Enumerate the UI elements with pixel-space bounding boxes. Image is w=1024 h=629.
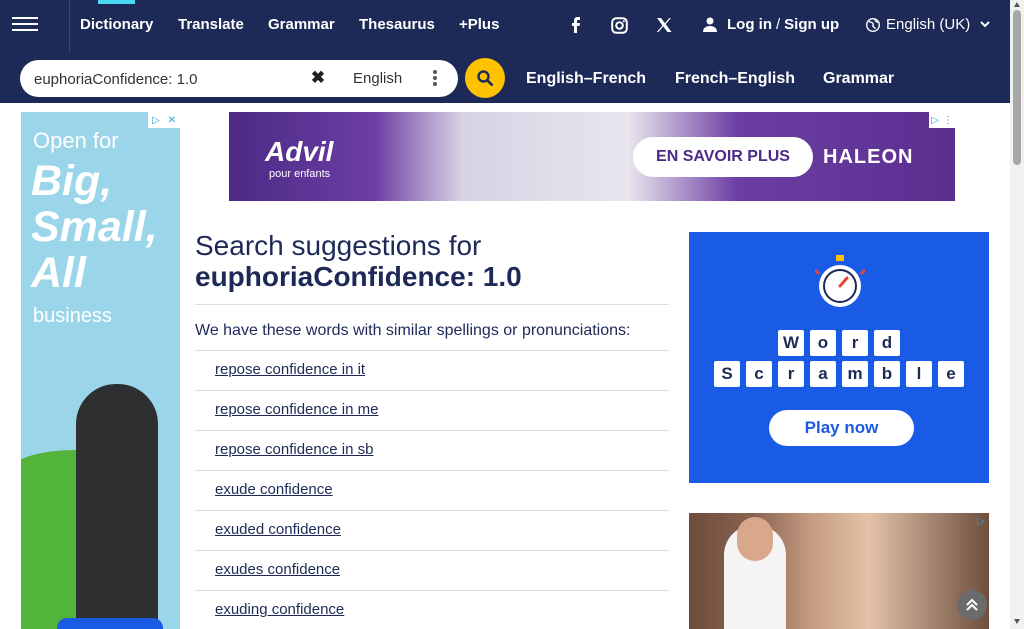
signup-link[interactable]: Sign up bbox=[784, 16, 839, 33]
login-separator: / bbox=[776, 16, 781, 33]
nav-dictionary[interactable]: Dictionary bbox=[80, 0, 153, 33]
suggestion-link[interactable]: repose confidence in sb bbox=[215, 441, 373, 458]
left-ad-line2: Big, Small, All bbox=[31, 157, 158, 297]
instagram-icon[interactable] bbox=[605, 13, 633, 37]
letter-tile: b bbox=[874, 361, 900, 387]
letter-tile: l bbox=[906, 361, 932, 387]
facebook-icon[interactable] bbox=[562, 13, 590, 37]
letter-tile: d bbox=[874, 330, 900, 356]
doctor-face-image bbox=[737, 517, 773, 561]
list-item: exude confidence bbox=[195, 470, 669, 510]
letter-tile: e bbox=[938, 361, 964, 387]
letter-tile: W bbox=[778, 330, 804, 356]
letter-tile: S bbox=[714, 361, 740, 387]
top-ad-brand: Advil pour enfants bbox=[265, 136, 333, 180]
nav-divider bbox=[69, 0, 70, 52]
top-ad-brand-name: Advil bbox=[265, 136, 334, 167]
dictionary-selector-label: English bbox=[353, 69, 403, 87]
search-query-title: euphoriaConfidence: 1.0 bbox=[195, 261, 522, 292]
list-item: exudes confidence bbox=[195, 550, 669, 590]
top-ad-sponsor: HALEON bbox=[823, 146, 914, 168]
letter-tile: r bbox=[778, 361, 804, 387]
top-ad-cta-button[interactable]: EN SAVOIR PLUS bbox=[633, 137, 813, 177]
word-tiles-row2: S c r a m b l e bbox=[689, 361, 989, 387]
scroll-to-top-button[interactable] bbox=[957, 590, 987, 620]
nav-grammar[interactable]: Grammar bbox=[268, 16, 335, 33]
suggestion-link[interactable]: exudes confidence bbox=[215, 561, 340, 578]
left-ad-device-image bbox=[76, 384, 158, 629]
nav-plus[interactable]: +Plus bbox=[459, 16, 499, 33]
scroll-up-arrow-icon[interactable] bbox=[1014, 2, 1020, 7]
letter-tile: c bbox=[746, 361, 772, 387]
list-item: repose confidence in me bbox=[195, 390, 669, 430]
search-box: ✖ English bbox=[20, 60, 458, 97]
suggestion-link[interactable]: exuded confidence bbox=[215, 521, 341, 538]
letter-tile: m bbox=[842, 361, 868, 387]
list-item: repose confidence in it bbox=[195, 350, 669, 390]
language-label: English (UK) bbox=[886, 16, 971, 33]
word-tiles-row1: W o r d bbox=[689, 330, 989, 356]
user-icon bbox=[703, 17, 717, 32]
right-ad-banner-2[interactable]: ▷ bbox=[689, 513, 989, 629]
suggestion-link[interactable]: repose confidence in me bbox=[215, 401, 378, 418]
scrollbar-thumb[interactable] bbox=[1013, 10, 1021, 165]
right-ad-banner[interactable]: W o r d S c r a m b l e Play now bbox=[689, 232, 989, 483]
quick-link-french-english[interactable]: French–English bbox=[675, 70, 795, 88]
left-ad-banner[interactable]: ▷ ✕ Open for Big, Small, All business bbox=[21, 112, 180, 629]
ad-choices-icon[interactable]: ▷ ⋮ bbox=[929, 112, 955, 128]
double-chevron-up-icon bbox=[966, 598, 978, 611]
list-item: repose confidence in sb bbox=[195, 430, 669, 470]
suggestion-link[interactable]: repose confidence in it bbox=[215, 361, 365, 378]
chevron-down-icon bbox=[980, 21, 990, 28]
search-button[interactable] bbox=[465, 58, 505, 98]
page-title: Search suggestions for bbox=[195, 230, 482, 261]
left-ad-line1: Open for bbox=[33, 128, 119, 153]
left-ad-button[interactable] bbox=[57, 618, 163, 629]
letter-tile: r bbox=[842, 330, 868, 356]
quick-link-english-french[interactable]: English–French bbox=[526, 70, 646, 88]
scroll-down-arrow-icon[interactable] bbox=[1014, 619, 1020, 624]
clear-search-icon[interactable]: ✖ bbox=[305, 65, 331, 91]
ad-choices-icon[interactable]: ▷ bbox=[973, 513, 989, 529]
login-link[interactable]: Log in bbox=[727, 16, 772, 33]
nav-translate[interactable]: Translate bbox=[178, 16, 244, 33]
stopwatch-icon bbox=[815, 255, 865, 307]
top-ad-brand-sub: pour enfants bbox=[269, 168, 331, 180]
x-twitter-icon[interactable] bbox=[650, 13, 678, 37]
play-now-button[interactable]: Play now bbox=[769, 410, 914, 446]
divider bbox=[195, 304, 669, 305]
ad-choices-icon[interactable]: ▷ ✕ bbox=[148, 112, 180, 128]
globe-icon bbox=[866, 17, 880, 32]
search-icon bbox=[477, 70, 493, 86]
list-item: exuded confidence bbox=[195, 510, 669, 550]
list-item: exuding confidence bbox=[195, 590, 669, 629]
search-input[interactable] bbox=[34, 66, 314, 92]
suggestions-intro: We have these words with similar spellin… bbox=[195, 322, 631, 339]
page-scrollbar[interactable] bbox=[1010, 0, 1024, 629]
letter-tile: o bbox=[810, 330, 836, 356]
top-ad-banner[interactable]: Advil pour enfants EN SAVOIR PLUS HALEON… bbox=[229, 112, 955, 201]
suggestion-list: repose confidence in it repose confidenc… bbox=[195, 350, 669, 629]
menu-icon[interactable] bbox=[12, 14, 38, 36]
main-content: Search suggestions for euphoriaConfidenc… bbox=[195, 230, 669, 629]
nav-thesaurus[interactable]: Thesaurus bbox=[359, 16, 435, 33]
dictionary-selector[interactable]: English bbox=[335, 64, 453, 92]
suggestion-link[interactable]: exuding confidence bbox=[215, 601, 344, 618]
login-area: Log in / Sign up bbox=[703, 16, 839, 33]
language-selector[interactable]: English (UK) bbox=[866, 16, 996, 33]
top-nav-bar: Dictionary Translate Grammar Thesaurus +… bbox=[0, 0, 1010, 52]
left-ad-line3: business bbox=[33, 305, 112, 327]
letter-tile: a bbox=[810, 361, 836, 387]
suggestion-link[interactable]: exude confidence bbox=[215, 481, 333, 498]
more-options-icon bbox=[433, 70, 437, 88]
quick-link-grammar[interactable]: Grammar bbox=[823, 70, 894, 88]
